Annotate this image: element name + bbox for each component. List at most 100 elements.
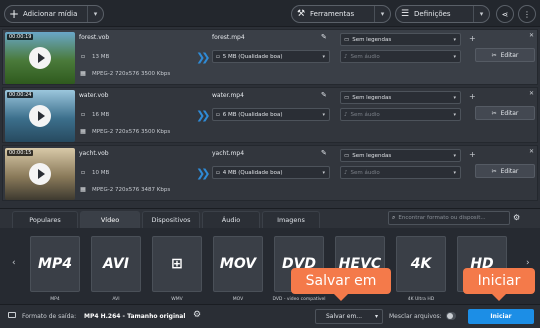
output-file-name: water.mp4	[212, 92, 244, 99]
add-track-icon[interactable]: +	[469, 34, 476, 43]
output-size-dropdown[interactable]: ▫ 5 MB (Qualidade boa) ▾	[212, 50, 330, 63]
play-icon[interactable]	[29, 105, 51, 127]
menu-icon[interactable]: ⋮	[518, 5, 536, 23]
app-window: + Adicionar mídia ▾ ⚒ Ferramentas ▾ ☰ De…	[0, 0, 540, 328]
subtitles-dropdown[interactable]: ▭ Sem legendas ▾	[340, 91, 461, 104]
audio-dropdown[interactable]: ♪ Sem áudio ▾	[340, 108, 461, 121]
close-icon[interactable]: ✕	[529, 148, 534, 155]
edit-label: Editar	[500, 51, 519, 59]
edit-label: Editar	[500, 167, 519, 175]
chevron-down-icon: ▾	[453, 170, 456, 176]
format-wmv[interactable]: ⊞ WMV	[150, 230, 204, 304]
duration-label: 00:00:15	[7, 150, 34, 156]
file-icon: ▫	[216, 53, 220, 60]
subtitles-dropdown[interactable]: ▭ Sem legendas ▾	[340, 33, 461, 46]
tab-video[interactable]: Vídeo	[80, 211, 140, 228]
rename-icon[interactable]: ✎	[321, 91, 327, 99]
output-format-label: Formato de saída:	[22, 313, 77, 320]
format-caption: DVD - video compatível	[272, 297, 326, 302]
output-file-name: forest.mp4	[212, 34, 245, 41]
play-icon[interactable]	[29, 47, 51, 69]
chevron-down-icon: ▾	[453, 37, 456, 43]
format-search-input[interactable]: ⌕ Encontrar formato ou disposit...	[388, 211, 510, 225]
settings-button[interactable]: ☰ Definições ▾	[395, 5, 490, 23]
add-track-icon[interactable]: +	[469, 150, 476, 159]
edit-label: Editar	[500, 109, 519, 117]
chevron-left-icon[interactable]: ‹	[12, 258, 16, 268]
add-media-label: Adicionar mídia	[23, 10, 78, 18]
subtitles-label: Sem legendas	[352, 36, 392, 43]
merge-files-toggle[interactable]	[446, 312, 456, 320]
film-icon: ▦	[80, 128, 86, 135]
thumbnail[interactable]: 00:00:19	[5, 32, 75, 84]
audio-dropdown[interactable]: ♪ Sem áudio ▾	[340, 166, 461, 179]
add-media-button[interactable]: + Adicionar mídia ▾	[4, 5, 104, 23]
file-row[interactable]: 00:00:24 water.vob ▫ 16 MB ▦ MPEG-2 720x…	[2, 87, 538, 143]
play-icon[interactable]	[29, 163, 51, 185]
output-size: 6 MB (Qualidade boa)	[222, 111, 283, 118]
edit-button[interactable]: ✂ Editar	[475, 164, 535, 178]
rename-icon[interactable]: ✎	[321, 33, 327, 41]
output-format-value[interactable]: MP4 H.264 - Tamanho original	[84, 313, 185, 320]
close-icon[interactable]: ✕	[529, 32, 534, 39]
plus-icon: +	[8, 7, 20, 21]
folder-icon	[8, 312, 16, 318]
chevron-right-icon[interactable]: ›	[526, 258, 530, 268]
audio-icon: ♪	[344, 169, 348, 176]
tab-popular[interactable]: Populares	[12, 211, 78, 228]
file-icon: ▫	[80, 111, 86, 118]
thumbnail[interactable]: 00:00:24	[5, 90, 75, 142]
duration-label: 00:00:24	[7, 92, 34, 98]
format-mp4[interactable]: MP4 MP4	[28, 230, 82, 304]
gear-icon[interactable]: ⚙	[193, 310, 201, 320]
bottom-bar: Formato de saída: MP4 H.264 - Tamanho or…	[0, 304, 540, 328]
codec-info: ▦ MPEG-2 720x576 3487 Kbps	[79, 186, 170, 193]
file-name: water.vob	[79, 92, 109, 99]
scissors-icon: ✂	[491, 109, 497, 117]
close-icon[interactable]: ✕	[529, 90, 534, 97]
file-icon: ▫	[80, 169, 86, 176]
add-track-icon[interactable]: +	[469, 92, 476, 101]
save-to-dropdown[interactable]: Salvar em... ▾	[315, 309, 383, 324]
chevron-down-icon: ▾	[374, 313, 378, 320]
file-size: 16 MB	[92, 111, 110, 118]
share-icon[interactable]: ⋖	[496, 5, 514, 23]
codec-label: MPEG-2 720x576 3500 Kbps	[92, 128, 171, 135]
format-badge: 4K	[410, 256, 432, 272]
subtitles-dropdown[interactable]: ▭ Sem legendas ▾	[340, 149, 461, 162]
format-4k[interactable]: 4K 4K Ultra HD	[394, 230, 448, 304]
search-placeholder: Encontrar formato ou disposit...	[398, 215, 486, 221]
format-tile: 4K	[396, 236, 446, 292]
tools-button[interactable]: ⚒ Ferramentas ▾	[291, 5, 391, 23]
chevron-down-icon: ▾	[374, 6, 390, 22]
start-button[interactable]: Iniciar	[468, 309, 534, 324]
chevron-down-icon: ▾	[453, 54, 456, 60]
file-size-info: ▫ 13 MB	[79, 53, 109, 60]
tab-images[interactable]: Imagens	[262, 211, 320, 228]
format-badge: MP4	[38, 256, 72, 272]
format-settings-icon[interactable]: ⚙	[513, 213, 520, 222]
chevron-down-icon[interactable]: ▾	[87, 6, 103, 22]
file-size: 10 MB	[92, 169, 110, 176]
tab-audio[interactable]: Áudio	[202, 211, 260, 228]
chevron-down-icon: ▾	[453, 153, 456, 159]
file-name: yacht.vob	[79, 150, 109, 157]
format-tile: AVI	[91, 236, 141, 292]
edit-button[interactable]: ✂ Editar	[475, 48, 535, 62]
format-tile: MOV	[213, 236, 263, 292]
format-mov[interactable]: MOV MOV	[211, 230, 265, 304]
format-avi[interactable]: AVI AVI	[89, 230, 143, 304]
file-row[interactable]: 00:00:19 forest.vob ▫ 13 MB ▦ MPEG-2 720…	[2, 29, 538, 85]
output-size-dropdown[interactable]: ▫ 6 MB (Qualidade boa) ▾	[212, 108, 330, 121]
audio-dropdown[interactable]: ♪ Sem áudio ▾	[340, 50, 461, 63]
chevron-down-icon: ▾	[322, 54, 325, 60]
format-badge: AVI	[103, 256, 129, 272]
file-row[interactable]: 00:00:15 yacht.vob ▫ 10 MB ▦ MPEG-2 720x…	[2, 145, 538, 201]
save-to-label: Salvar em...	[326, 313, 363, 320]
rename-icon[interactable]: ✎	[321, 149, 327, 157]
tools-label: Ferramentas	[310, 10, 355, 18]
output-size-dropdown[interactable]: ▫ 4 MB (Qualidade boa) ▾	[212, 166, 330, 179]
edit-button[interactable]: ✂ Editar	[475, 106, 535, 120]
thumbnail[interactable]: 00:00:15	[5, 148, 75, 200]
tab-devices[interactable]: Dispositivos	[142, 211, 200, 228]
